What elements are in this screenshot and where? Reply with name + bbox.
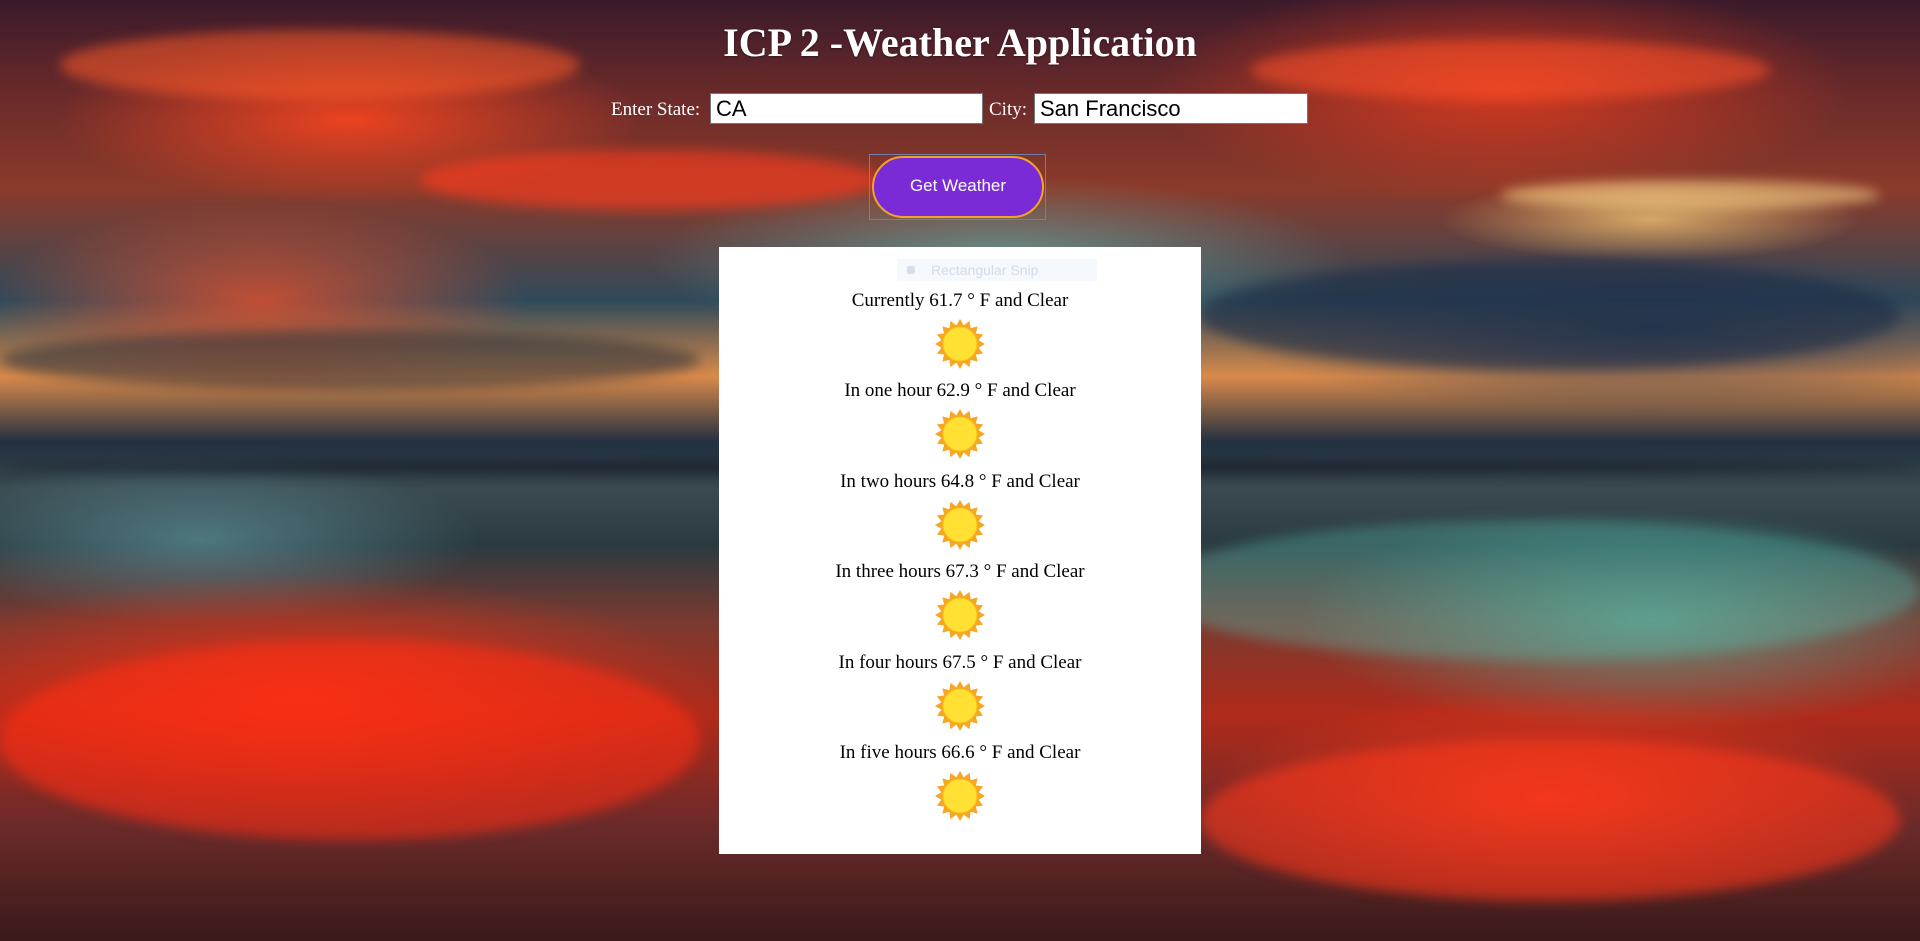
state-label: Enter State: [611, 99, 701, 120]
forecast-item-current: Currently 61.7 ° F and Clear [719, 290, 1201, 370]
sun-icon [935, 681, 985, 731]
sun-icon [935, 500, 985, 550]
forecast-text: In three hours 67.3 ° F and Clear [835, 561, 1085, 582]
search-form: Enter State: City: [0, 93, 1920, 127]
sun-disc [942, 326, 978, 362]
forecast-text: Currently 61.7 ° F and Clear [851, 290, 1069, 311]
forecast-text: In five hours 66.6 ° F and Clear [839, 742, 1081, 763]
forecast-item-one-hour: In one hour 62.9 ° F and Clear [719, 380, 1201, 460]
sun-icon [935, 771, 985, 821]
sun-disc [942, 597, 978, 633]
sun-icon [935, 590, 985, 640]
snip-label: Rectangular Snip [931, 262, 1039, 278]
rectangular-snip-overlay: Rectangular Snip [897, 259, 1097, 281]
get-weather-button[interactable]: Get Weather [872, 156, 1044, 218]
forecast-panel: Rectangular Snip Currently 61.7 ° F and … [719, 247, 1201, 854]
forecast-item-three-hours: In three hours 67.3 ° F and Clear [719, 561, 1201, 641]
page-title: ICP 2 -Weather Application [723, 20, 1197, 65]
forecast-text: In one hour 62.9 ° F and Clear [844, 380, 1076, 401]
get-weather-button-focus-ring: Get Weather [869, 154, 1046, 220]
sun-disc [942, 416, 978, 452]
sun-disc [942, 507, 978, 543]
forecast-text: In two hours 64.8 ° F and Clear [840, 471, 1080, 492]
forecast-item-five-hours: In five hours 66.6 ° F and Clear [719, 742, 1201, 822]
sun-icon [935, 409, 985, 459]
forecast-item-four-hours: In four hours 67.5 ° F and Clear [719, 652, 1201, 732]
state-input[interactable] [710, 93, 983, 124]
sun-disc [942, 688, 978, 724]
sun-disc [942, 778, 978, 814]
snip-icon [907, 266, 915, 274]
forecast-item-two-hours: In two hours 64.8 ° F and Clear [719, 471, 1201, 551]
city-input[interactable] [1034, 93, 1308, 124]
sun-icon [935, 319, 985, 369]
forecast-text: In four hours 67.5 ° F and Clear [838, 652, 1082, 673]
city-label: City: [989, 99, 1028, 120]
